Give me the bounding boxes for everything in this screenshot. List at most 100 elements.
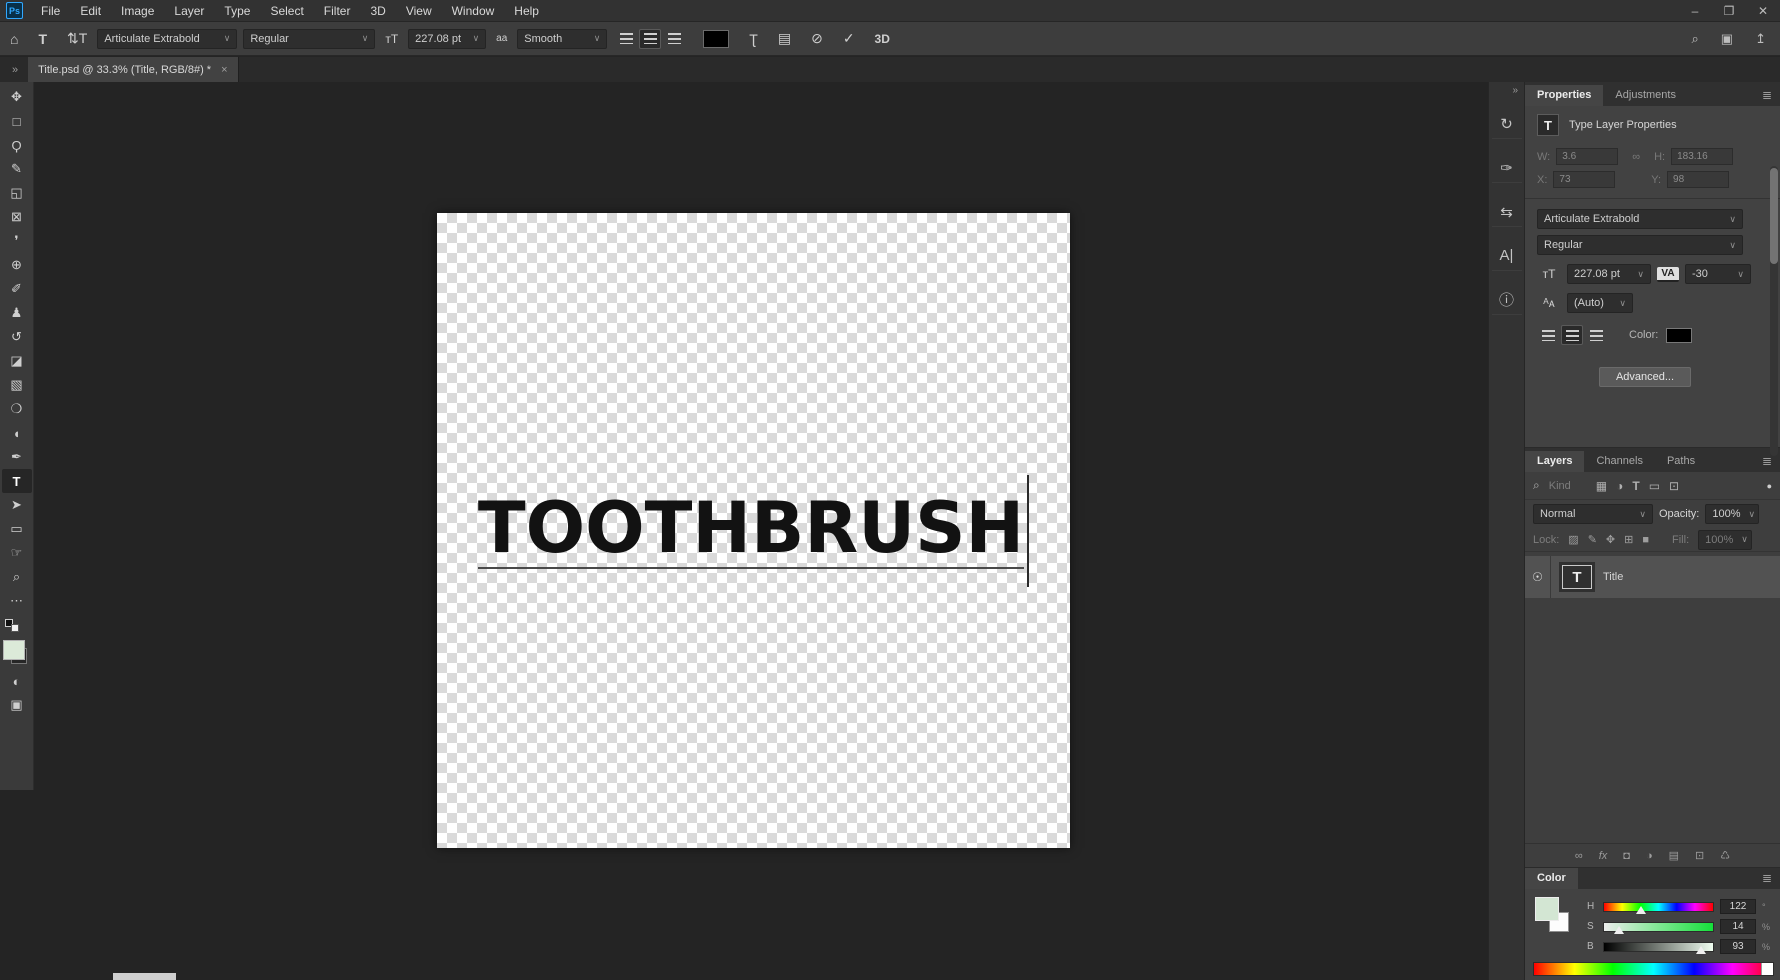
menu-help[interactable]: Help — [504, 4, 549, 18]
edit-toolbar-icon[interactable]: ⋯ — [2, 589, 32, 613]
crop-tool[interactable]: ◱ — [2, 181, 32, 205]
font-size-select[interactable]: 227.08 pt ∨ — [408, 28, 487, 49]
history-brush-tool[interactable]: ↺ — [2, 325, 32, 349]
tab-channels[interactable]: Channels — [1584, 451, 1654, 472]
panel-menu-icon[interactable]: ≣ — [1754, 454, 1780, 472]
share-icon[interactable]: ↥ — [1755, 31, 1766, 47]
3d-button[interactable]: 3D — [865, 32, 900, 46]
filter-kind-label[interactable]: Kind — [1549, 480, 1571, 492]
align-right-button[interactable] — [663, 29, 685, 49]
link-dimensions-icon[interactable]: ∞ — [1632, 151, 1640, 163]
minimize-icon[interactable]: – — [1678, 4, 1712, 18]
width-field[interactable]: 3.6 — [1556, 148, 1619, 165]
tab-close-icon[interactable]: × — [221, 64, 227, 76]
document-tab[interactable]: Title.psd @ 33.3% (Title, RGB/8#) * × — [28, 57, 239, 82]
font-style-select[interactable]: Regular ∨ — [243, 28, 376, 49]
blur-tool[interactable]: ❍ — [2, 397, 32, 421]
text-color-swatch[interactable] — [703, 29, 730, 48]
menu-type[interactable]: Type — [214, 4, 260, 18]
lock-all-icon[interactable]: ■ — [1642, 534, 1649, 546]
layer-visibility-eye-icon[interactable]: ☉ — [1525, 556, 1551, 598]
frame-tool[interactable]: ⊠ — [2, 205, 32, 229]
saturation-value-field[interactable]: 14 — [1720, 919, 1756, 934]
brightness-value-field[interactable]: 93 — [1720, 939, 1756, 954]
search-icon[interactable]: ⌕ — [1692, 31, 1699, 47]
menu-image[interactable]: Image — [111, 4, 164, 18]
filter-type-icon[interactable]: T — [1632, 479, 1639, 493]
lock-transparency-icon[interactable]: ▨ — [1568, 533, 1578, 546]
type-color-swatch[interactable] — [1666, 327, 1693, 343]
brightness-slider-thumb[interactable] — [1696, 945, 1706, 954]
layer-thumbnail[interactable]: T — [1559, 562, 1595, 592]
menu-file[interactable]: File — [31, 4, 70, 18]
properties-font-family-select[interactable]: Articulate Extrabold ∨ — [1537, 209, 1743, 229]
brush-tool[interactable]: ✐ — [2, 277, 32, 301]
align-center-button[interactable] — [639, 28, 662, 49]
home-icon[interactable]: ⌂ — [0, 31, 28, 47]
eyedropper-tool[interactable]: ❜ — [2, 229, 32, 253]
brush-settings-panel-icon[interactable]: ✑ — [1491, 153, 1522, 183]
clone-source-panel-icon[interactable]: ⇆ — [1491, 197, 1522, 227]
move-tool[interactable]: ✥ — [2, 85, 32, 109]
y-field[interactable]: 98 — [1667, 171, 1730, 188]
layer-mask-icon[interactable]: ◘ — [1623, 850, 1630, 862]
gradient-tool[interactable]: ▧ — [2, 373, 32, 397]
menu-view[interactable]: View — [396, 4, 442, 18]
path-selection-tool[interactable]: ➤ — [2, 493, 32, 517]
warp-text-icon[interactable]: Ʈ — [739, 31, 768, 47]
menu-3d[interactable]: 3D — [360, 4, 395, 18]
hue-slider[interactable] — [1603, 901, 1714, 914]
color-swatch-widget[interactable] — [2, 639, 32, 669]
color-spectrum-ramp[interactable] — [1533, 962, 1774, 976]
toggle-panels-icon[interactable]: ▤ — [768, 30, 801, 47]
restore-icon[interactable]: ❐ — [1712, 4, 1746, 18]
quick-selection-tool[interactable]: ✎ — [2, 157, 32, 181]
layer-effects-icon[interactable]: fx — [1599, 850, 1608, 862]
leading-select[interactable]: (Auto) ∨ — [1567, 293, 1633, 313]
type-tool-icon[interactable]: T — [28, 31, 57, 47]
panel-menu-icon[interactable]: ≣ — [1754, 871, 1780, 889]
brightness-slider[interactable] — [1603, 941, 1714, 954]
align-right-button[interactable] — [1585, 325, 1607, 345]
lasso-tool[interactable]: Ϙ — [2, 133, 32, 157]
tracking-select[interactable]: -30 ∨ — [1685, 264, 1751, 284]
tab-properties[interactable]: Properties — [1525, 85, 1604, 106]
toolbar-overflow-icon[interactable]: » — [0, 64, 28, 82]
dodge-tool[interactable]: ◖ — [2, 421, 32, 445]
status-zoom-field[interactable] — [113, 973, 176, 980]
character-panel-icon[interactable]: A| — [1491, 241, 1522, 271]
shape-tool[interactable]: ▭ — [2, 517, 32, 541]
hue-slider-thumb[interactable] — [1636, 905, 1647, 914]
properties-scrollbar-thumb[interactable] — [1770, 168, 1778, 264]
quick-mask-icon[interactable]: ◐ — [2, 669, 32, 693]
delete-layer-icon[interactable]: ♺ — [1720, 849, 1730, 862]
layer-name[interactable]: Title — [1603, 571, 1623, 583]
blend-mode-select[interactable]: Normal ∨ — [1533, 504, 1653, 524]
default-colors-icon[interactable] — [5, 619, 23, 633]
menu-layer[interactable]: Layer — [164, 4, 214, 18]
align-center-button[interactable] — [1561, 325, 1583, 345]
marquee-tool[interactable]: □ — [2, 109, 32, 133]
layer-row[interactable]: ☉ T Title — [1525, 556, 1780, 598]
clone-stamp-tool[interactable]: ♟ — [2, 301, 32, 325]
saturation-slider[interactable] — [1603, 921, 1714, 934]
type-tool[interactable]: T — [1, 469, 32, 493]
opacity-select[interactable]: 100% ∨ — [1705, 504, 1760, 524]
x-field[interactable]: 73 — [1553, 171, 1616, 188]
new-layer-icon[interactable]: ⊡ — [1695, 849, 1704, 862]
hand-tool[interactable]: ☞ — [2, 541, 32, 565]
anti-alias-select[interactable]: Smooth ∨ — [517, 28, 608, 49]
tab-color[interactable]: Color — [1525, 868, 1578, 889]
menu-select[interactable]: Select — [260, 4, 313, 18]
link-layers-icon[interactable]: ∞ — [1575, 850, 1583, 862]
lock-position-icon[interactable]: ✥ — [1606, 533, 1615, 546]
font-family-select[interactable]: Articulate Extrabold ∨ — [97, 28, 238, 49]
filter-shape-icon[interactable]: ▭ — [1649, 479, 1660, 493]
zoom-tool[interactable]: ⌕ — [2, 565, 32, 589]
menu-window[interactable]: Window — [442, 4, 505, 18]
align-left-button[interactable] — [615, 29, 637, 49]
healing-brush-tool[interactable]: ⊕ — [2, 253, 32, 277]
filter-pixel-icon[interactable]: ▦ — [1596, 479, 1607, 493]
tab-adjustments[interactable]: Adjustments — [1603, 85, 1688, 106]
screen-mode-icon[interactable]: ▣ — [2, 693, 32, 717]
